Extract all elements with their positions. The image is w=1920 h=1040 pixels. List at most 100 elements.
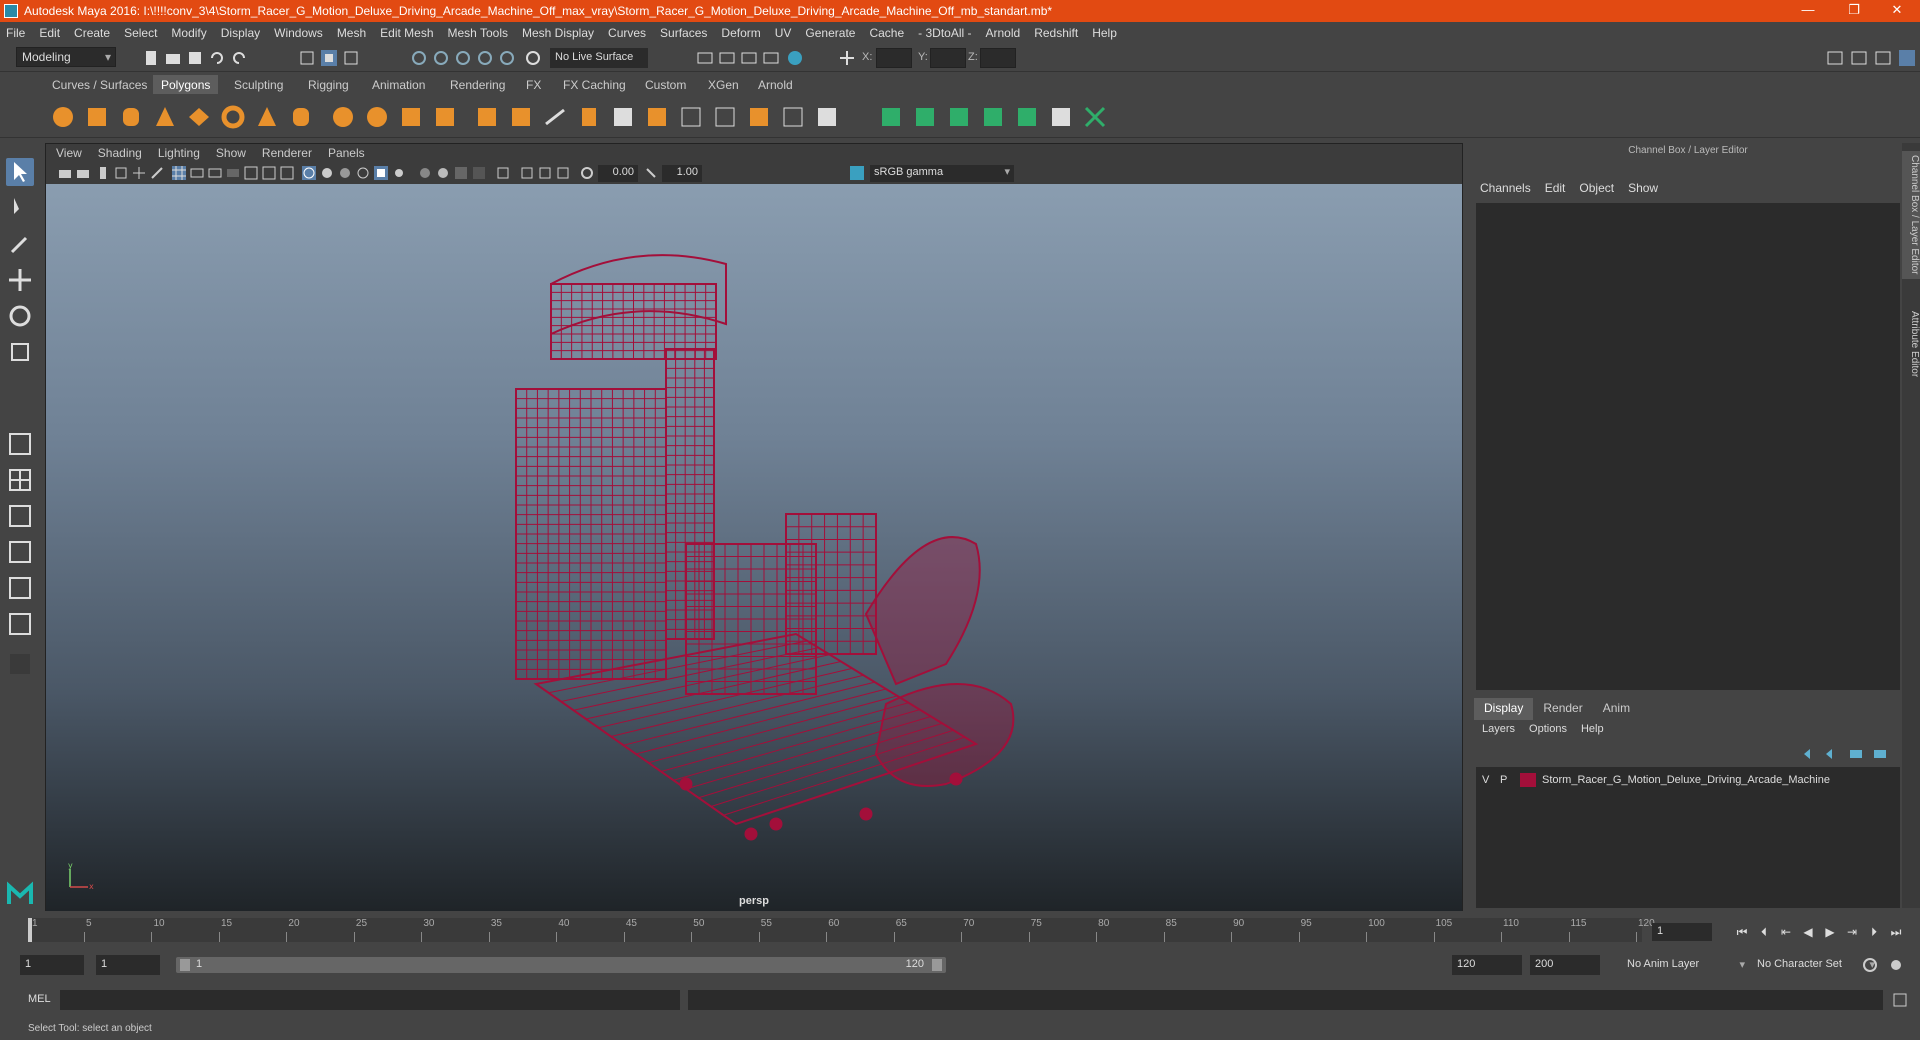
layer-tab-display[interactable]: Display	[1474, 698, 1534, 720]
textured-icon[interactable]	[374, 166, 388, 180]
menu-redshift[interactable]: Redshift	[1034, 26, 1078, 40]
film-gate-icon[interactable]	[190, 166, 204, 180]
side-tab-attribute-editor[interactable]: Attribute Editor	[1902, 311, 1920, 377]
bookmark-icon[interactable]	[96, 166, 110, 180]
select-by-object-icon[interactable]	[320, 49, 338, 67]
channel-box-menu-edit[interactable]: Edit	[1545, 181, 1566, 201]
bridge-icon[interactable]	[542, 104, 568, 130]
select-by-component-icon[interactable]	[342, 49, 360, 67]
menu-generate[interactable]: Generate	[805, 26, 855, 40]
mirror-icon[interactable]	[432, 104, 458, 130]
shade-wireframe-icon[interactable]	[356, 166, 370, 180]
menu-select[interactable]: Select	[124, 26, 157, 40]
animation-preferences-icon[interactable]	[1888, 957, 1904, 973]
time-slider-track[interactable]: 1 5 10 15 20 25 30 35 40 45 50 55 60 65 70 75 80 85 90 95 10…	[28, 918, 1655, 942]
poly-pyramid-icon[interactable]	[254, 104, 280, 130]
snap-grid-icon[interactable]	[410, 49, 428, 67]
poly-cone-icon[interactable]	[152, 104, 178, 130]
current-time-marker[interactable]	[28, 918, 32, 942]
layer-row[interactable]: V P Storm_Racer_G_Motion_Deluxe_Driving_…	[1476, 771, 1900, 789]
maximize-button[interactable]: ❐	[1831, 0, 1877, 22]
viewport-menu-show[interactable]: Show	[216, 146, 246, 160]
menu-edit[interactable]: Edit	[39, 26, 60, 40]
camera-attributes-icon[interactable]	[76, 166, 90, 180]
xray-icon[interactable]	[520, 166, 534, 180]
color-management-icon[interactable]	[850, 166, 864, 180]
poly-cylinder-icon[interactable]	[118, 104, 144, 130]
snap-view-icon[interactable]	[476, 49, 494, 67]
step-back-frame-button[interactable]: ⏴	[1756, 924, 1772, 940]
scale-tool-icon[interactable]	[6, 338, 34, 366]
planar-uv-icon[interactable]	[878, 104, 904, 130]
range-slider[interactable]: 1 120	[176, 957, 946, 973]
ipr-render-icon[interactable]	[740, 49, 758, 67]
uv-checker-icon[interactable]	[1048, 104, 1074, 130]
play-backward-button[interactable]: ◀	[1800, 924, 1816, 940]
paint-select-tool-icon[interactable]	[6, 230, 34, 258]
safe-title-icon[interactable]	[280, 166, 294, 180]
tab-custom[interactable]: Custom	[637, 75, 694, 94]
undo-icon[interactable]	[208, 49, 226, 67]
move-tool-icon[interactable]	[6, 266, 34, 294]
wireframe-shading-icon[interactable]	[302, 166, 316, 180]
menu-modify[interactable]: Modify	[171, 26, 206, 40]
menu-surfaces[interactable]: Surfaces	[660, 26, 707, 40]
x-field[interactable]	[876, 48, 912, 68]
menu-help[interactable]: Help	[1092, 26, 1117, 40]
menu-windows[interactable]: Windows	[274, 26, 323, 40]
menu-mesh-display[interactable]: Mesh Display	[522, 26, 594, 40]
play-forward-button[interactable]: ▶	[1822, 924, 1838, 940]
viewport-menu-lighting[interactable]: Lighting	[158, 146, 200, 160]
poly-torus-icon[interactable]	[220, 104, 246, 130]
rotate-tool-icon[interactable]	[6, 302, 34, 330]
render-settings-icon[interactable]	[762, 49, 780, 67]
go-to-start-button[interactable]: ⏮	[1734, 924, 1750, 940]
append-polygon-icon[interactable]	[576, 104, 602, 130]
lasso-tool-icon[interactable]	[6, 194, 34, 222]
viewport-menu-view[interactable]: View	[56, 146, 82, 160]
fill-hole-icon[interactable]	[610, 104, 636, 130]
layer-playback-toggle[interactable]: P	[1500, 774, 1512, 786]
exposure-field[interactable]: 0.00	[598, 165, 638, 182]
y-field[interactable]	[930, 48, 966, 68]
layer-menu-layers[interactable]: Layers	[1482, 723, 1515, 735]
character-set-select[interactable]: No Character Set ▾	[1752, 955, 1878, 975]
hypershade-icon[interactable]	[786, 49, 804, 67]
collapse-icon[interactable]	[814, 104, 840, 130]
channel-box-menu-object[interactable]: Object	[1579, 181, 1614, 201]
menu-mesh[interactable]: Mesh	[337, 26, 366, 40]
tab-polygons[interactable]: Polygons	[153, 75, 219, 94]
resolution-gate-icon[interactable]	[208, 166, 222, 180]
mode-selector[interactable]: Modeling	[16, 47, 116, 67]
z-field[interactable]	[980, 48, 1016, 68]
separate-icon[interactable]	[364, 104, 390, 130]
menu-display[interactable]: Display	[221, 26, 260, 40]
bevel-icon[interactable]	[508, 104, 534, 130]
move-layer-up-icon[interactable]	[1802, 747, 1818, 761]
shadows-icon[interactable]	[418, 166, 432, 180]
gamma-icon[interactable]	[644, 166, 658, 180]
step-forward-frame-button[interactable]: ⏵	[1866, 924, 1882, 940]
gamma-field[interactable]: 1.00	[662, 165, 702, 182]
cylindrical-uv-icon[interactable]	[912, 104, 938, 130]
script-editor-icon[interactable]	[1892, 992, 1908, 1008]
animation-start-field[interactable]: 1	[20, 955, 84, 975]
render-view-icon[interactable]	[696, 49, 714, 67]
poly-sphere-icon[interactable]	[50, 104, 76, 130]
go-to-end-button[interactable]: ⏭	[1888, 924, 1904, 940]
menu-mesh-tools[interactable]: Mesh Tools	[448, 26, 508, 40]
collapse-toolbox-icon[interactable]	[6, 650, 34, 678]
menu-arnold[interactable]: Arnold	[986, 26, 1021, 40]
auto-key-icon[interactable]	[1862, 957, 1878, 973]
unfold-uv-icon[interactable]	[1014, 104, 1040, 130]
snap-point-icon[interactable]	[454, 49, 472, 67]
insert-edge-loop-icon[interactable]	[678, 104, 704, 130]
layer-color-swatch[interactable]	[1520, 773, 1536, 787]
persp-graph-layout-icon[interactable]	[6, 538, 34, 566]
tab-fx-caching[interactable]: FX Caching	[555, 75, 634, 94]
field-chart-icon[interactable]	[244, 166, 258, 180]
mel-input[interactable]	[60, 990, 680, 1010]
wireframe-model[interactable]	[46, 184, 1462, 911]
use-all-lights-icon[interactable]	[392, 166, 406, 180]
grid-toggle-icon[interactable]	[172, 166, 186, 180]
